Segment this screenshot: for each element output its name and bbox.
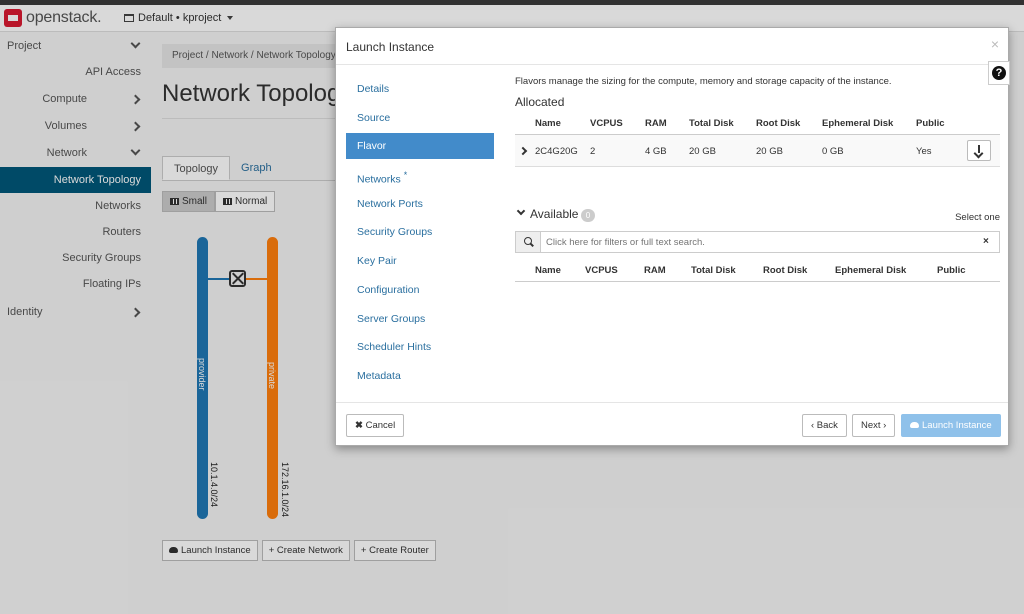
step-details[interactable]: Details — [346, 76, 494, 102]
wizard-steps: Details Source Flavor Networks * Network… — [346, 76, 494, 392]
launch-instance-modal: Launch Instance × ? Details Source Flavo… — [335, 27, 1010, 446]
step-scheduler-hints[interactable]: Scheduler Hints — [346, 334, 494, 360]
available-header: Available 0 Select one — [515, 206, 1000, 224]
close-icon[interactable]: × — [991, 36, 999, 52]
filter-bar: × — [515, 231, 1000, 253]
cell-root-disk: 20 GB — [756, 146, 783, 157]
col-public: Public — [916, 118, 945, 129]
col-total-disk: Total Disk — [689, 118, 734, 129]
cancel-button[interactable]: ✖ Cancel — [346, 414, 405, 437]
flavor-pane: Flavors manage the sizing for the comput… — [515, 76, 1000, 282]
allocated-title: Allocated — [515, 95, 565, 109]
col-vcpus: VCPUS — [590, 118, 623, 129]
col-ram: RAM — [644, 265, 666, 276]
launch-instance-submit-button[interactable]: Launch Instance — [901, 414, 1001, 437]
step-metadata[interactable]: Metadata — [346, 363, 494, 389]
modal-footer: ✖ Cancel ‹ Back Next › Launch Instance — [336, 402, 1008, 445]
col-name: Name — [535, 265, 561, 276]
launch-label: Launch Instance — [922, 420, 992, 431]
col-root-disk: Root Disk — [756, 118, 801, 129]
search-icon — [516, 232, 541, 252]
flavor-description: Flavors manage the sizing for the comput… — [515, 76, 892, 87]
available-header-row: Name VCPUS RAM Total Disk Root Disk Ephe… — [515, 258, 1000, 282]
step-networks-label: Networks — [357, 173, 401, 186]
cell-ephemeral-disk: 0 GB — [822, 146, 844, 157]
back-button[interactable]: ‹ Back — [802, 414, 847, 437]
col-ephemeral-disk: Ephemeral Disk — [835, 265, 907, 276]
cell-name: 2C4G20G — [535, 146, 578, 157]
close-icon: ✖ — [355, 420, 363, 431]
col-vcpus: VCPUS — [585, 265, 618, 276]
step-configuration[interactable]: Configuration — [346, 277, 494, 303]
cell-vcpus: 2 — [590, 146, 596, 157]
cell-total-disk: 20 GB — [689, 146, 716, 157]
col-ephemeral-disk: Ephemeral Disk — [822, 118, 894, 129]
step-key-pair[interactable]: Key Pair — [346, 248, 494, 274]
col-name: Name — [535, 118, 561, 129]
chevron-right-icon[interactable] — [518, 146, 528, 156]
allocated-header-row: Name VCPUS RAM Total Disk Root Disk Ephe… — [515, 111, 1000, 135]
col-ram: RAM — [645, 118, 667, 129]
step-security-groups[interactable]: Security Groups — [346, 219, 494, 245]
table-row[interactable]: 2C4G20G 2 4 GB 20 GB 20 GB 0 GB Yes — [515, 135, 1000, 167]
step-flavor[interactable]: Flavor — [346, 133, 494, 160]
available-table: Name VCPUS RAM Total Disk Root Disk Ephe… — [515, 258, 1000, 282]
cloud-upload-icon — [910, 422, 919, 429]
select-one-hint: Select one — [955, 212, 1000, 223]
step-server-groups[interactable]: Server Groups — [346, 306, 494, 332]
cancel-label: Cancel — [365, 420, 396, 431]
step-network-ports[interactable]: Network Ports — [346, 191, 494, 217]
col-root-disk: Root Disk — [763, 265, 808, 276]
step-source[interactable]: Source — [346, 105, 494, 131]
col-total-disk: Total Disk — [691, 265, 736, 276]
chevron-down-icon[interactable] — [516, 206, 526, 216]
available-count-badge: 0 — [581, 209, 595, 222]
clear-filter-icon[interactable]: × — [983, 232, 999, 252]
allocated-table: Name VCPUS RAM Total Disk Root Disk Ephe… — [515, 111, 1000, 167]
col-public: Public — [937, 265, 966, 276]
deallocate-button[interactable] — [967, 140, 991, 161]
modal-title: Launch Instance — [346, 40, 435, 54]
step-networks[interactable]: Networks * — [346, 162, 494, 188]
available-title[interactable]: Available — [530, 207, 578, 221]
search-input[interactable] — [541, 232, 983, 252]
cell-public: Yes — [916, 146, 932, 157]
cell-ram: 4 GB — [645, 146, 667, 157]
required-marker: * — [403, 170, 408, 181]
next-button[interactable]: Next › — [852, 414, 896, 437]
modal-header: Launch Instance × — [336, 28, 1008, 65]
